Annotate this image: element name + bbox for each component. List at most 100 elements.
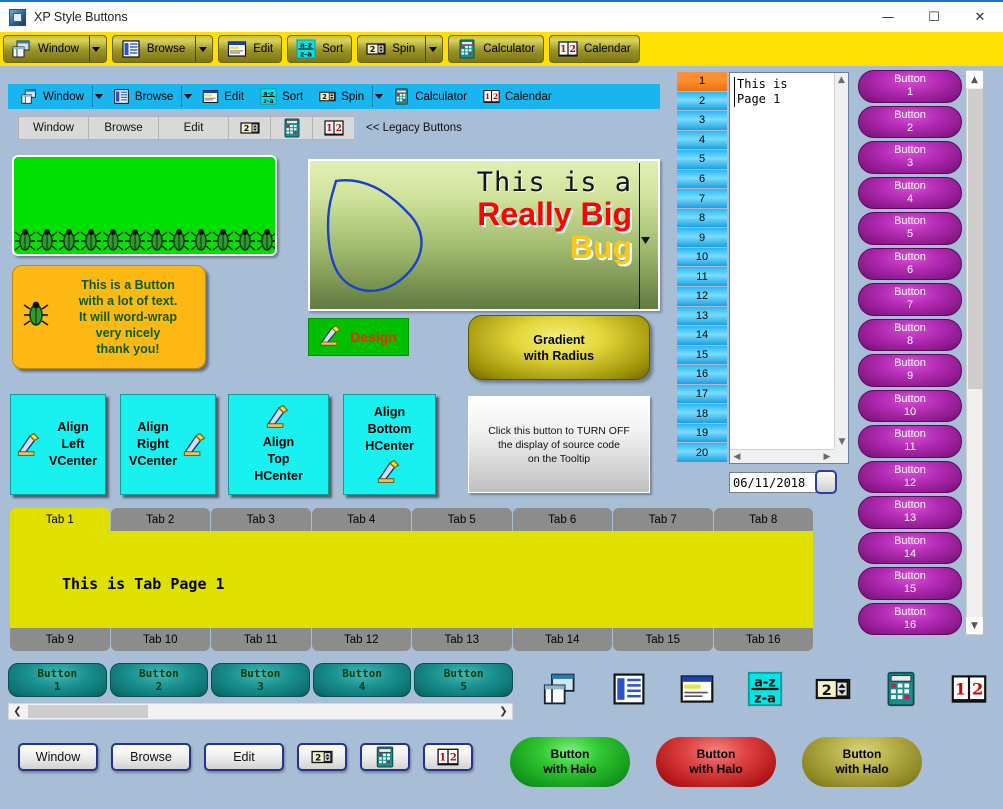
page-number-list[interactable]: 1 2 3 4 5 6 7 8 9 10 11 12 13 14 15 16 17 18 19 20 (677, 72, 727, 463)
tab-tab-2[interactable]: Tab 2 (110, 508, 210, 531)
tab-tab-4[interactable]: Tab 4 (311, 508, 411, 531)
memo-horizontal-scrollbar[interactable]: ◀ ▶ (730, 449, 834, 463)
page-list-item[interactable]: 2 (677, 91, 727, 112)
page-list-item[interactable]: 11 (677, 267, 727, 288)
purple-column-scrollbar[interactable]: ▲ ▼ (966, 70, 983, 635)
word-wrap-button[interactable]: This is a Button with a lot of text. It wi… (12, 265, 206, 369)
purple-button-7[interactable]: Button 7 (858, 283, 962, 316)
purple-button-16[interactable]: Button 16 (858, 602, 962, 635)
scroll-up-icon[interactable]: ▲ (966, 71, 983, 88)
purple-button-5[interactable]: Button 5 (858, 212, 962, 245)
tab-tab-5[interactable]: Tab 5 (412, 508, 512, 531)
page-list-item[interactable]: 6 (677, 169, 727, 190)
purple-button-8[interactable]: Button 8 (858, 318, 962, 351)
page-list-item[interactable]: 4 (677, 130, 727, 151)
page-list-item[interactable]: 18 (677, 404, 727, 424)
icon-button-edit-window[interactable] (676, 668, 718, 710)
cyan-toolbar-button-edit[interactable]: Edit (194, 85, 252, 108)
horizontal-scrollbar[interactable]: ❮ ❯ (8, 703, 513, 720)
chevron-down-icon[interactable] (372, 86, 385, 107)
purple-button-4[interactable]: Button 4 (858, 176, 962, 209)
green-bug-panel[interactable] (12, 155, 277, 256)
really-big-bug-panel[interactable]: This is a Really Big Bug (308, 159, 660, 311)
scroll-down-icon[interactable]: ▼ (966, 617, 983, 634)
page-list-item[interactable]: 19 (677, 423, 727, 444)
halo-button-red[interactable]: Button with Halo (656, 737, 776, 787)
align-button-top-hcenter[interactable]: Align Top HCenter (228, 394, 329, 495)
scrollbar-thumb[interactable] (968, 89, 983, 389)
icon-button-spin-edit[interactable]: 2 (812, 668, 854, 710)
legacy-button-window[interactable]: Window (18, 116, 88, 140)
page-list-item[interactable]: 8 (677, 208, 727, 229)
purple-button-2[interactable]: Button 2 (858, 105, 962, 138)
cyan-toolbar-button-calculator[interactable]: Calculator (385, 85, 475, 108)
bottom-button-calculator[interactable] (360, 743, 410, 771)
page-list-item[interactable]: 3 (677, 111, 727, 131)
cyan-toolbar-button-browse[interactable]: Browse (105, 85, 181, 108)
align-button-left-vcenter[interactable]: Align Left VCenter (10, 394, 106, 495)
memo-editor[interactable]: This is Page 1 ▲ ▼ ◀ ▶ (729, 72, 849, 464)
teal-button-1[interactable]: Button 1 (8, 663, 107, 697)
tab-tab-9[interactable]: Tab 9 (10, 628, 110, 651)
xp-toolbar-button-browse[interactable]: Browse (111, 35, 214, 63)
halo-button-green[interactable]: Button with Halo (510, 737, 630, 787)
design-button[interactable]: Design (308, 318, 409, 356)
tab-tab-11[interactable]: Tab 11 (211, 628, 311, 651)
legacy-button-calendar-12[interactable]: 12 (312, 116, 354, 140)
bottom-button-browse[interactable]: Browse (111, 743, 191, 771)
icon-button-calculator[interactable] (880, 668, 922, 710)
scroll-left-icon[interactable]: ❮ (9, 706, 26, 717)
halo-button-olive[interactable]: Button with Halo (802, 737, 922, 787)
legacy-button-browse[interactable]: Browse (88, 116, 158, 140)
calendar-dropdown-icon[interactable] (815, 470, 837, 494)
legacy-button-calculator[interactable] (270, 116, 312, 140)
tab-tab-10[interactable]: Tab 10 (110, 628, 210, 651)
xp-toolbar-button-spin[interactable]: 2 Spin (357, 35, 444, 63)
xp-toolbar-button-calendar[interactable]: 1 2 Calendar (549, 35, 640, 63)
xp-toolbar-button-sort[interactable]: a-z z-a Sort (287, 35, 353, 63)
tab-tab-7[interactable]: Tab 7 (613, 508, 713, 531)
page-list-item[interactable]: 16 (677, 365, 727, 385)
purple-button-3[interactable]: Button 3 (858, 141, 962, 174)
page-list-item[interactable]: 9 (677, 228, 727, 248)
cyan-toolbar-button-window[interactable]: Window (13, 85, 92, 108)
minimize-icon[interactable]: — (865, 1, 911, 33)
memo-vertical-scrollbar[interactable]: ▲ ▼ (834, 73, 848, 449)
page-list-item[interactable]: 12 (677, 287, 727, 307)
icon-button-calendar-12[interactable]: 12 (948, 668, 990, 710)
page-list-item[interactable]: 10 (677, 247, 727, 268)
scroll-right-icon[interactable]: ❯ (495, 706, 512, 717)
icon-button-list-browse[interactable] (608, 668, 650, 710)
tab-tab-1[interactable]: Tab 1 (10, 508, 110, 531)
bottom-button-edit[interactable]: Edit (204, 743, 284, 771)
bottom-button-spin-edit[interactable]: 2 (297, 743, 347, 771)
tab-tab-13[interactable]: Tab 13 (412, 628, 512, 651)
chevron-down-icon[interactable] (641, 231, 650, 249)
purple-button-1[interactable]: Button 1 (858, 70, 962, 103)
purple-button-15[interactable]: Button 15 (858, 567, 962, 600)
page-list-item[interactable]: 5 (677, 150, 727, 170)
purple-button-14[interactable]: Button 14 (858, 531, 962, 564)
chevron-down-icon[interactable] (91, 86, 105, 107)
tab-tab-12[interactable]: Tab 12 (311, 628, 411, 651)
align-button-right-vcenter[interactable]: Align Right VCenter (120, 394, 216, 495)
purple-button-10[interactable]: Button 10 (858, 389, 962, 422)
tab-tab-16[interactable]: Tab 16 (713, 628, 813, 651)
page-list-item[interactable]: 17 (677, 384, 727, 405)
tab-tab-6[interactable]: Tab 6 (512, 508, 612, 531)
chevron-down-icon[interactable] (425, 36, 439, 62)
purple-button-6[interactable]: Button 6 (858, 247, 962, 280)
purple-button-11[interactable]: Button 11 (858, 425, 962, 458)
page-list-item[interactable]: 1 (677, 72, 727, 92)
xp-toolbar-button-window[interactable]: Window (3, 35, 107, 63)
scroll-right-icon[interactable]: ▶ (820, 450, 834, 464)
icon-button-sort-az[interactable]: a-z z-a (744, 668, 786, 710)
tab-tab-3[interactable]: Tab 3 (211, 508, 311, 531)
cyan-toolbar-button-calendar[interactable]: 1 2 Calendar (475, 85, 560, 108)
bottom-button-window[interactable]: Window (18, 743, 98, 771)
chevron-down-icon[interactable] (88, 36, 103, 62)
chevron-down-icon[interactable] (181, 86, 194, 107)
scroll-up-icon[interactable]: ▲ (835, 73, 848, 87)
scroll-down-icon[interactable]: ▼ (835, 435, 849, 449)
legacy-button-spin-edit[interactable]: 2 (228, 116, 270, 140)
